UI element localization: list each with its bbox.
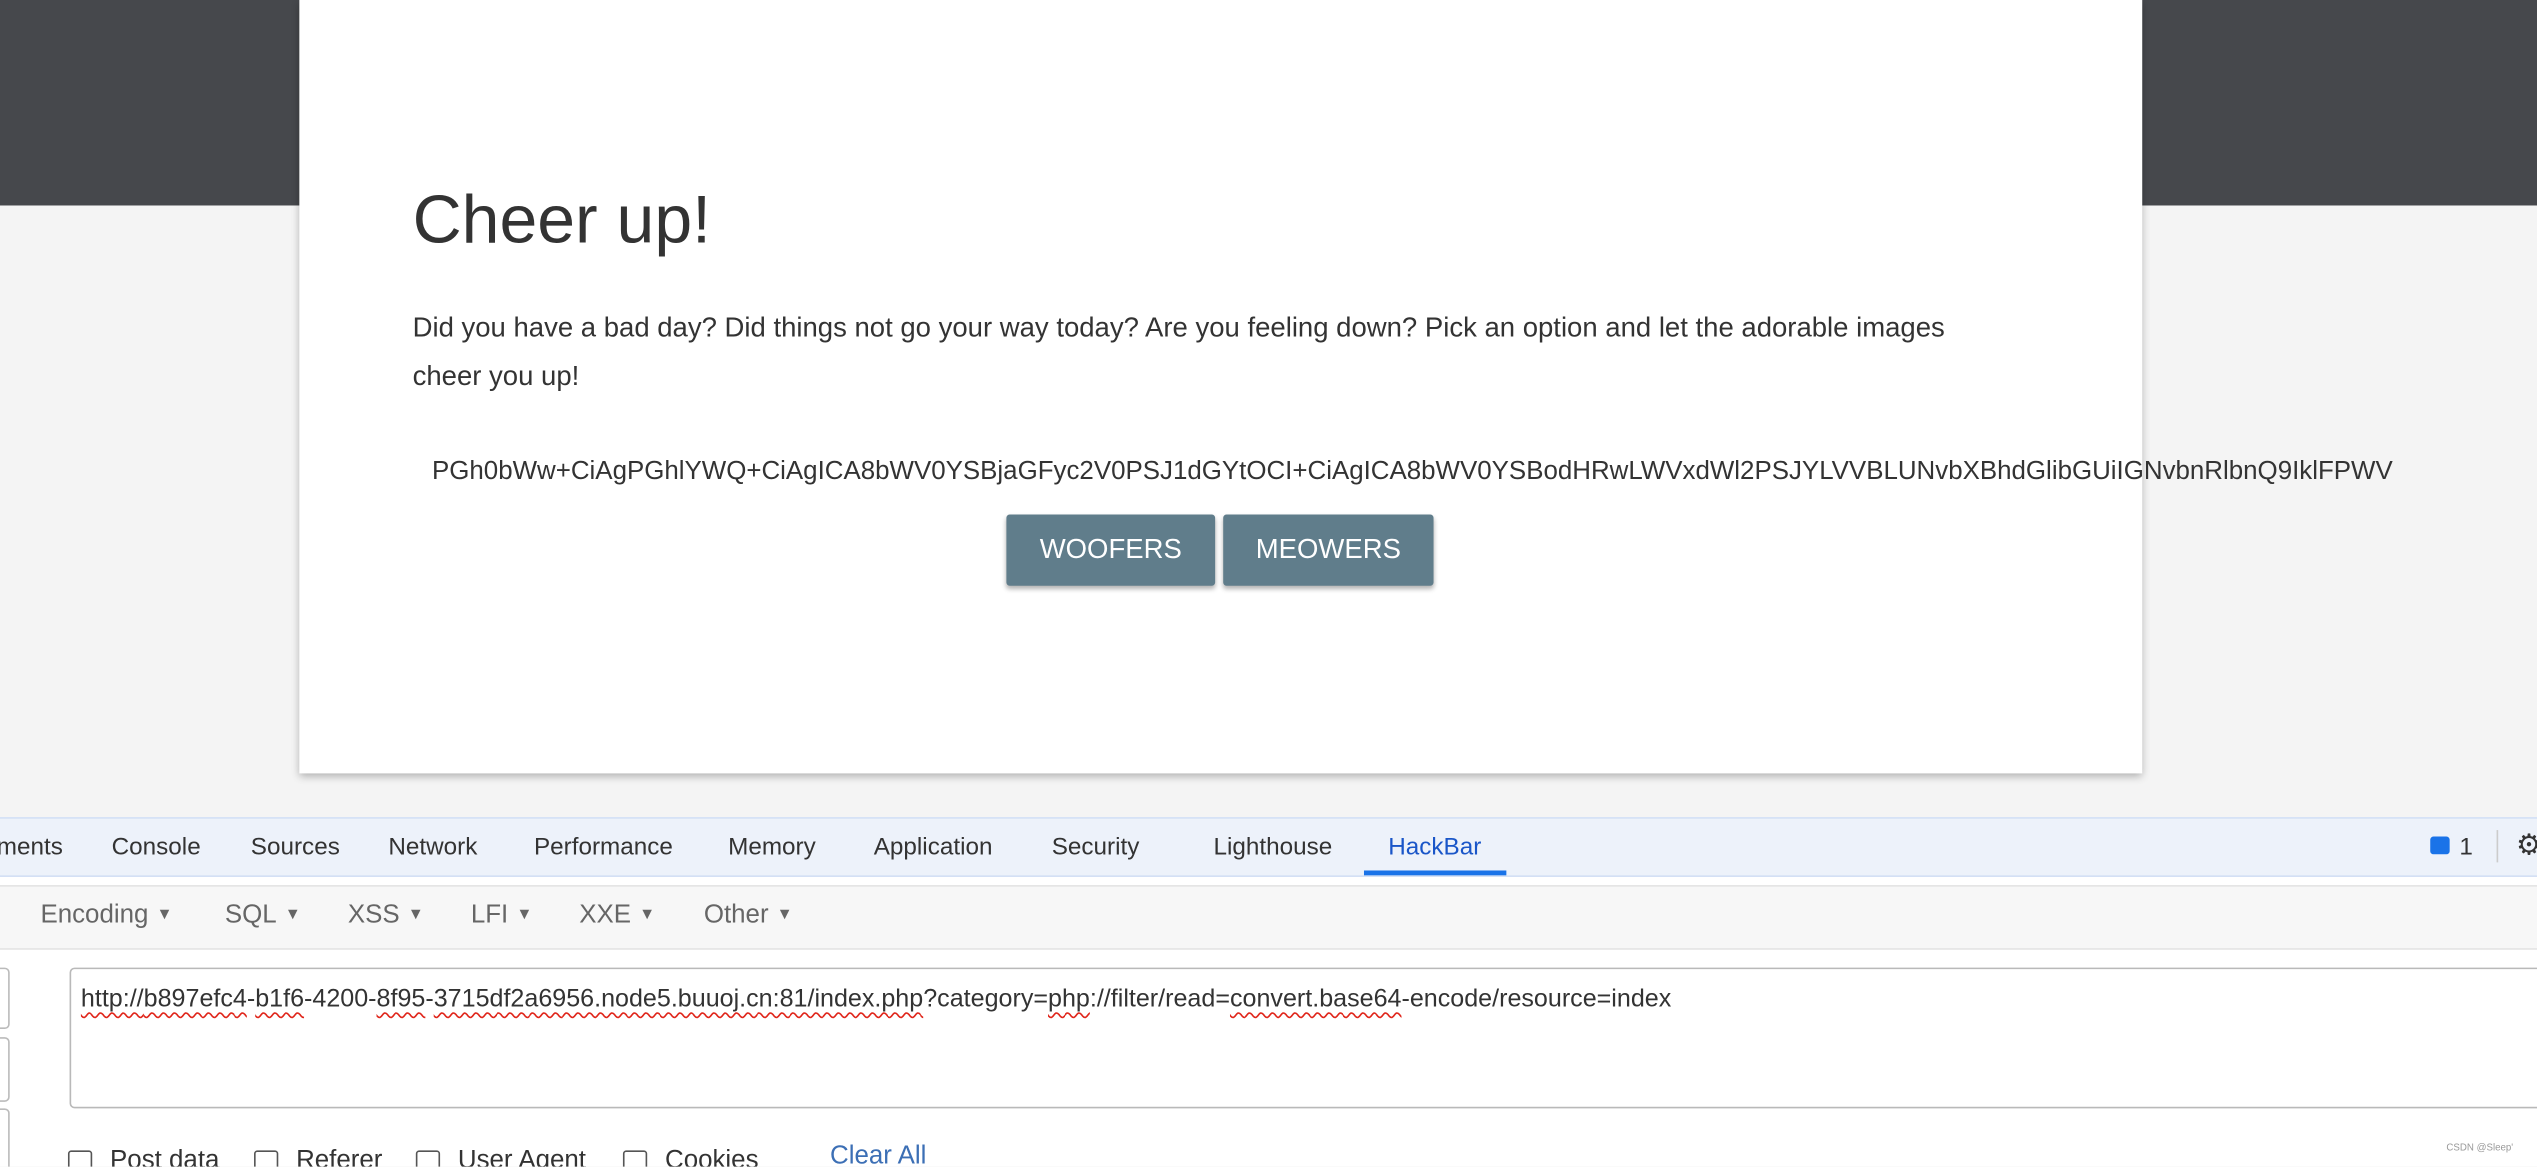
tab-hackbar[interactable]: HackBar — [1388, 833, 1481, 861]
caret-down-icon: ▼ — [156, 906, 173, 924]
message-icon[interactable] — [2430, 836, 2450, 855]
menu-xss[interactable]: XSS ▼ — [348, 901, 424, 930]
woofers-button[interactable]: WOOFERS — [1006, 514, 1216, 586]
divider — [2496, 830, 2499, 863]
content-card: Cheer up! Did you have a bad day? Did th… — [299, 0, 2393, 774]
caret-down-icon: ▼ — [639, 906, 656, 924]
message-count: 1 — [2459, 833, 2473, 861]
checkbox-box[interactable] — [622, 1149, 648, 1167]
page-description: Did you have a bad day? Did things not g… — [412, 312, 1945, 392]
url-text: http://b897efc4-b1f6-4200-8f95-3715df2a6… — [80, 985, 1672, 1013]
tab-security[interactable]: Security — [1052, 833, 1140, 861]
browser-viewport: Cheer up! Did you have a bad day? Did th… — [0, 0, 2537, 1167]
tab-console[interactable]: Console — [112, 833, 201, 861]
page-title: Cheer up! — [412, 181, 712, 258]
menu-xxe[interactable]: XXE ▼ — [579, 901, 655, 930]
checkbox-box[interactable] — [67, 1149, 93, 1167]
caret-down-icon: ▼ — [407, 906, 424, 924]
checkbox-label: Referer — [296, 1147, 383, 1167]
hackbar-toolbar: Encoding ▼ SQL ▼ XSS ▼ LFI ▼ XXE ▼ Other ▼ — [0, 885, 2537, 950]
checkbox-label: Cookies — [664, 1147, 759, 1167]
post-data-checkbox[interactable]: Post data — [67, 1147, 220, 1167]
menu-encoding[interactable]: Encoding ▼ — [40, 901, 172, 930]
menu-label: SQL — [224, 901, 277, 929]
caret-down-icon: ▼ — [284, 906, 301, 924]
menu-label: Encoding — [40, 901, 149, 929]
base64-output: PGh0bWw+CiAgPGhlYWQ+CiAgICA8bWV0YSBjaGFy… — [432, 457, 2393, 486]
clear-all-link[interactable]: Clear All — [830, 1142, 926, 1166]
tab-application[interactable]: Application — [874, 833, 993, 861]
caret-down-icon: ▼ — [516, 906, 533, 924]
active-tab-indicator — [1363, 870, 1507, 876]
url-input[interactable]: http://b897efc4-b1f6-4200-8f95-3715df2a6… — [69, 967, 2537, 1109]
user-agent-checkbox[interactable]: User Agent — [415, 1147, 586, 1167]
watermark: CSDN @Sleep' — [2446, 1143, 2514, 1154]
menu-label: XXE — [579, 901, 632, 929]
gear-icon[interactable]: ⚙ — [2516, 828, 2537, 862]
menu-other[interactable]: Other ▼ — [704, 901, 793, 930]
menu-lfi[interactable]: LFI ▼ — [471, 901, 533, 930]
devtools-panel: ments Console Sources Network Performanc… — [0, 817, 2537, 1167]
tab-sources[interactable]: Sources — [251, 833, 340, 861]
menu-label: XSS — [347, 901, 400, 929]
tab-lighthouse[interactable]: Lighthouse — [1214, 833, 1333, 861]
checkbox-box[interactable] — [254, 1149, 279, 1167]
execute-button[interactable] — [0, 1108, 10, 1167]
tab-elements[interactable]: ments — [0, 833, 63, 861]
tab-performance[interactable]: Performance — [534, 833, 673, 861]
checkbox-label: Post data — [110, 1147, 220, 1167]
caret-down-icon: ▼ — [776, 906, 793, 924]
menu-sql[interactable]: SQL ▼ — [225, 901, 301, 930]
split-url-button[interactable] — [0, 1037, 10, 1102]
tab-memory[interactable]: Memory — [728, 833, 816, 861]
meowers-button[interactable]: MEOWERS — [1223, 514, 1434, 586]
devtools-tabbar: ments Console Sources Network Performanc… — [0, 817, 2537, 877]
checkbox-label: User Agent — [457, 1147, 586, 1167]
checkbox-box[interactable] — [415, 1149, 441, 1167]
menu-label: Other — [703, 901, 769, 929]
tab-network[interactable]: Network — [388, 833, 477, 861]
load-url-button[interactable] — [0, 967, 10, 1030]
menu-label: LFI — [470, 901, 509, 929]
referer-checkbox[interactable]: Referer — [254, 1147, 383, 1167]
cookies-checkbox[interactable]: Cookies — [622, 1147, 759, 1167]
